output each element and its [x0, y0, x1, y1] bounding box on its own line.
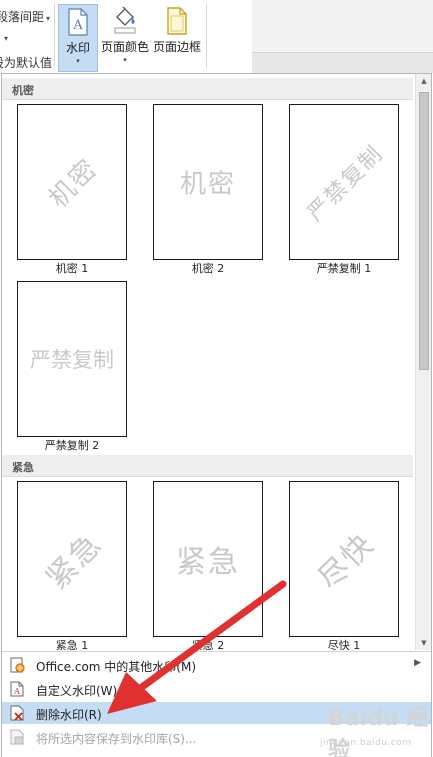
page-color-label: 页面颜色 [100, 40, 149, 54]
paragraph-spacing-label: 段落间距 [0, 10, 45, 24]
menu-item-label: 自定义水印(W)... [36, 684, 129, 698]
watermark-tile-confidential-1[interactable]: 机密 机密 1 [17, 104, 127, 279]
watermark-tile-confidential-2[interactable]: 机密 机密 2 [153, 104, 263, 279]
watermark-preview: 机密 [17, 104, 127, 260]
scrollbar-thumb[interactable] [419, 92, 429, 370]
svg-text:A: A [13, 687, 20, 696]
section-header-urgent: 紧急 [2, 455, 413, 477]
watermark-button[interactable]: A 水印 ▾ [58, 4, 98, 72]
watermark-preview-text: 机密 [43, 153, 105, 215]
svg-text:A: A [72, 18, 83, 33]
page-color-button[interactable]: 页面颜色 ▾ [100, 4, 150, 72]
ribbon-divider [54, 4, 55, 68]
page-border-button[interactable]: 页面边框 [152, 4, 202, 72]
custom-watermark-icon: A [10, 681, 24, 697]
set-as-default-label: 设为默认值 [0, 56, 53, 70]
ribbon-divider [206, 4, 207, 68]
watermark-tile-asap-1[interactable]: 尽快 尽快 1 [289, 481, 399, 650]
tile-caption: 机密 2 [191, 262, 225, 275]
watermark-preview: 严禁复制 [289, 104, 399, 260]
chevron-down-icon: ▾ [76, 57, 80, 65]
paint-bucket-icon [114, 4, 136, 34]
watermark-tile-do-not-copy-1[interactable]: 严禁复制 严禁复制 1 [289, 104, 399, 279]
tile-caption: 严禁复制 2 [44, 439, 100, 452]
watermark-preview: 机密 [153, 104, 263, 260]
watermark-tile-do-not-copy-2[interactable]: 严禁复制 严禁复制 2 [17, 281, 127, 456]
office-watermark-icon [10, 657, 25, 673]
tile-caption: 机密 1 [55, 262, 89, 275]
watermark-preview: 紧急 [153, 481, 263, 637]
watermark-preview-text: 紧急 [39, 526, 110, 597]
watermark-preview-text: 严禁复制 [302, 140, 389, 227]
chevron-down-icon: ▾ [4, 34, 9, 43]
dimmed-option: ▾ [2, 30, 8, 44]
baidu-jingyan-logo: Baidu 经验 jingyan.baidu.com [316, 700, 432, 757]
paragraph-spacing-button[interactable]: 段落间距 ▾ [0, 8, 50, 25]
paragraph-group: 段落间距▾ ▾ 设为默认值 [0, 0, 58, 73]
ruler-strip [252, 52, 433, 73]
menu-item-custom-watermark[interactable]: A 自定义水印(W)... [2, 678, 431, 700]
ribbon: 段落间距▾ ▾ 设为默认值 A 水印 ▾ 页面颜色 ▾ [0, 0, 433, 73]
watermark-preview: 尽快 [289, 481, 399, 637]
menu-item-label: 删除水印(R) [36, 708, 102, 722]
watermark-icon: A [68, 8, 88, 36]
watermark-preview-text: 严禁复制 [30, 348, 114, 372]
watermark-button-label: 水印 [65, 41, 90, 55]
logo-subtext: jingyan.baidu.com [320, 738, 412, 748]
watermark-gallery-panel: 机密 机密 机密 1 机密 机密 2 严禁复制 严禁复制 1 严禁复制 严禁复制… [1, 73, 432, 757]
watermark-preview-text: 机密 [179, 169, 237, 200]
remove-watermark-icon [10, 705, 24, 721]
set-as-default-button[interactable]: 设为默认值 [0, 54, 52, 71]
watermark-tile-urgent-2[interactable]: 紧急 紧急 2 [153, 481, 263, 650]
tile-caption: 紧急 2 [191, 639, 225, 650]
menu-item-label: 将所选内容保存到水印库(S)... [36, 732, 197, 746]
menu-item-label: Office.com 中的其他水印(M) [36, 660, 197, 674]
scroll-down-arrow-icon[interactable]: ▼ [416, 636, 432, 650]
page-border-label: 页面边框 [152, 40, 201, 54]
tile-caption: 紧急 1 [55, 639, 89, 650]
gallery-scrollbar[interactable]: ▲ ▼ [415, 74, 431, 650]
submenu-arrow-icon: ▶ [414, 658, 421, 668]
save-to-gallery-icon [10, 729, 24, 745]
watermark-preview: 紧急 [17, 481, 127, 637]
gallery-scroll-area: 机密 机密 机密 1 机密 机密 2 严禁复制 严禁复制 1 严禁复制 严禁复制… [2, 74, 415, 650]
section-header-confidential: 机密 [2, 78, 413, 100]
watermark-preview: 严禁复制 [17, 281, 127, 437]
scroll-up-arrow-icon[interactable]: ▲ [416, 74, 432, 88]
chevron-down-icon: ▾ [46, 14, 51, 23]
watermark-tile-urgent-1[interactable]: 紧急 紧急 1 [17, 481, 127, 650]
page-border-icon [167, 7, 187, 35]
menu-item-more-watermarks[interactable]: Office.com 中的其他水印(M) ▶ [2, 654, 431, 676]
watermark-preview-text: 尽快 [311, 526, 382, 597]
watermark-preview-text: 紧急 [176, 545, 240, 580]
tile-caption: 尽快 1 [327, 639, 361, 650]
tile-caption: 严禁复制 1 [316, 262, 372, 275]
logo-text: Baidu 经验 [328, 706, 429, 757]
chevron-down-icon: ▾ [123, 56, 127, 64]
document-background [252, 0, 433, 73]
